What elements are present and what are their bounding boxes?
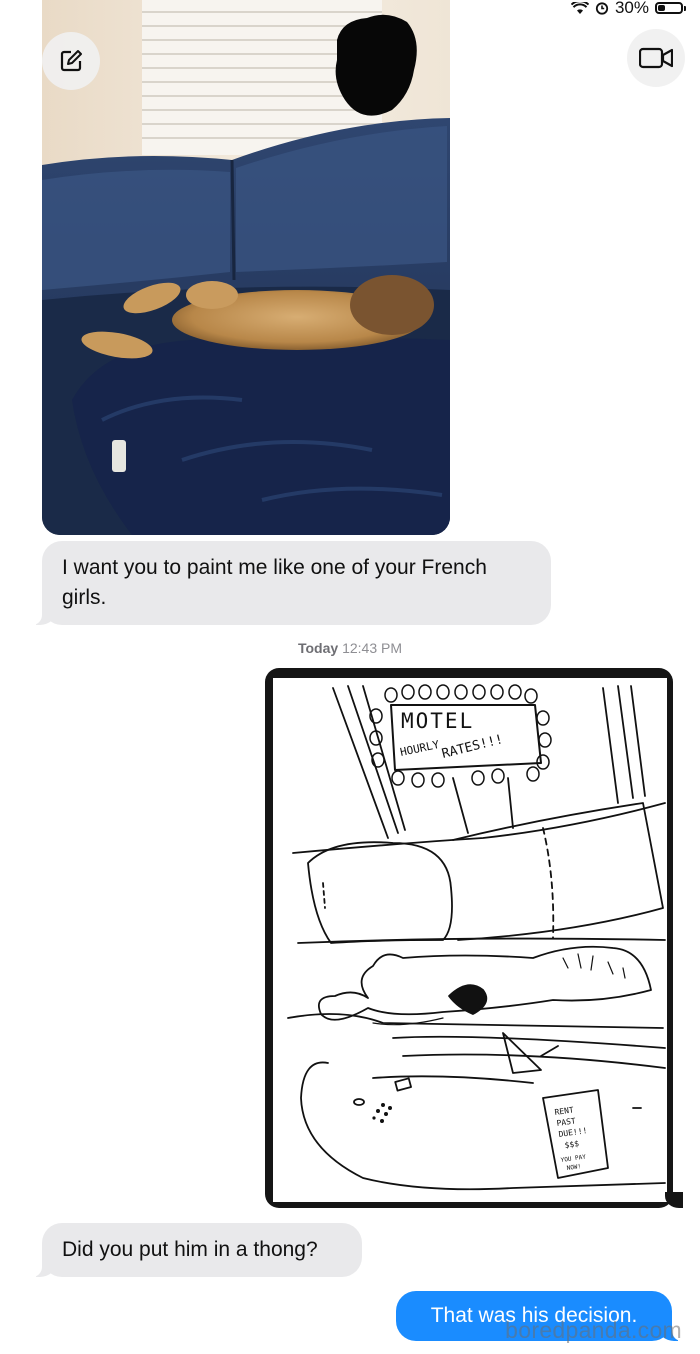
incoming-message-thong[interactable]: Did you put him in a thong? bbox=[32, 1223, 362, 1277]
rent-note-line5: YOU PAY bbox=[560, 1153, 586, 1164]
rent-note-line2: PAST bbox=[556, 1116, 577, 1128]
message-text: Did you put him in a thong? bbox=[62, 1238, 318, 1261]
incoming-message-french-girls[interactable]: I want you to paint me like one of your … bbox=[32, 541, 551, 625]
rent-note-line4: $$$ bbox=[564, 1139, 580, 1150]
wifi-icon bbox=[570, 1, 589, 14]
drawing-image[interactable]: MOTEL HOURLY RATES!!! RENT PAST DUE!!! $… bbox=[265, 668, 683, 1208]
compose-button[interactable] bbox=[42, 32, 100, 90]
rent-note-line3: DUE!!! bbox=[558, 1126, 588, 1139]
timestamp-day: Today bbox=[297, 640, 339, 656]
motel-sign-title: MOTEL bbox=[401, 709, 474, 733]
timestamp-time: 12:43 PM bbox=[342, 640, 403, 656]
video-call-icon bbox=[639, 47, 673, 69]
compose-icon bbox=[60, 50, 82, 72]
message-text: I want you to paint me like one of your … bbox=[62, 556, 487, 609]
rent-note-line6: NOW! bbox=[566, 1163, 581, 1172]
alarm-icon bbox=[595, 2, 609, 15]
dog-photo[interactable] bbox=[42, 0, 450, 535]
battery-level-fill bbox=[658, 5, 665, 11]
battery-percentage: 30% bbox=[614, 0, 649, 17]
status-bar: 30% bbox=[570, 0, 686, 17]
message-timestamp: Today 12:43 PM bbox=[0, 640, 700, 656]
battery-icon bbox=[655, 2, 686, 14]
boredpanda-watermark: boredpanda.com bbox=[505, 1317, 682, 1343]
rent-note-line1: RENT bbox=[554, 1105, 575, 1117]
motel-sign-line2: RATES!!! bbox=[440, 732, 504, 762]
video-call-button[interactable] bbox=[627, 29, 685, 87]
motel-sign-line1: HOURLY bbox=[399, 738, 441, 759]
